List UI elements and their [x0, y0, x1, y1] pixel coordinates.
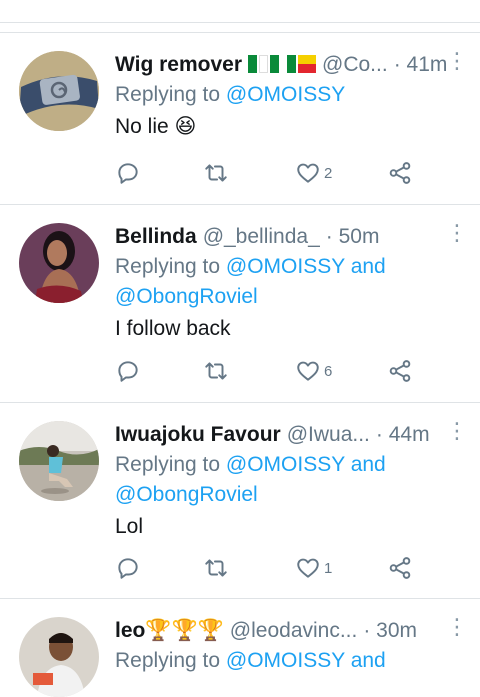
more-vertical-icon[interactable]: ⋮	[446, 50, 468, 80]
man-avatar-icon	[19, 617, 99, 697]
tweet-actions: 2	[115, 159, 415, 187]
like-button[interactable]: 2	[295, 159, 332, 187]
outdoor-avatar-icon	[19, 421, 99, 501]
reply-icon	[118, 558, 138, 579]
reply-icon	[118, 361, 138, 382]
divider	[0, 23, 480, 33]
share-button[interactable]	[387, 357, 413, 385]
tweet[interactable]: Bellinda @_bellinda_ · 50m ⋮ Replying to…	[0, 205, 480, 403]
like-count: 2	[324, 164, 333, 182]
more-vertical-icon[interactable]: ⋮	[446, 222, 468, 252]
heart-icon	[297, 163, 319, 183]
tweet[interactable]: Iwuajoku Favour @Iwua... · 44m ⋮ Replyin…	[0, 403, 480, 599]
avatar[interactable]	[19, 617, 99, 697]
like-button[interactable]: 6	[295, 357, 332, 385]
more-vertical-icon[interactable]: ⋮	[446, 420, 468, 450]
share-icon	[389, 360, 411, 382]
tweet-actions: 6	[115, 357, 415, 385]
retweet-icon	[205, 559, 227, 577]
share-icon	[389, 162, 411, 184]
replying-prefix: Replying to	[115, 255, 226, 278]
replying-to: Replying to @OMOISSY and @ObongRoviel	[115, 252, 460, 312]
like-count: 6	[324, 362, 333, 380]
display-name[interactable]: leo🏆🏆🏆	[115, 616, 224, 646]
mention-link[interactable]: @OMOISSY and	[226, 453, 386, 476]
retweet-button[interactable]	[203, 357, 229, 385]
tweet-text: I follow back	[115, 317, 231, 340]
reply-button[interactable]	[115, 159, 141, 187]
tweet-text: No lie 😆	[115, 115, 197, 138]
previous-tweet-edge	[0, 0, 480, 23]
display-name[interactable]: Wig remover	[115, 50, 242, 80]
more-vertical-icon[interactable]: ⋮	[446, 616, 468, 646]
mention-link[interactable]: @OMOISSY	[226, 83, 345, 106]
share-icon	[389, 557, 411, 579]
replying-prefix: Replying to	[115, 83, 226, 106]
timestamp: · 50m	[325, 225, 380, 248]
timestamp: · 41m	[393, 53, 448, 76]
replying-to: Replying to @OMOISSY and @ObongRoviel	[115, 450, 460, 510]
display-name[interactable]: Bellinda	[115, 222, 197, 252]
avatar[interactable]	[19, 51, 99, 131]
heart-icon	[297, 361, 319, 381]
timestamp: · 30m	[363, 619, 418, 642]
reply-icon	[118, 163, 138, 184]
avatar[interactable]	[19, 421, 99, 501]
share-button[interactable]	[387, 554, 413, 582]
headband-avatar-icon	[19, 51, 99, 131]
heart-icon	[297, 558, 319, 578]
tweet[interactable]: Wig remover @Co... · 41m ⋮ Replying to @…	[0, 33, 480, 205]
user-handle[interactable]: @Iwua...	[287, 420, 370, 450]
flag-emojis	[248, 55, 317, 73]
replying-to: Replying to @OMOISSY	[115, 80, 460, 110]
mention-link[interactable]: @ObongRoviel	[115, 483, 258, 506]
replying-prefix: Replying to	[115, 649, 226, 672]
reply-button[interactable]	[115, 357, 141, 385]
retweet-icon	[205, 362, 227, 380]
replying-prefix: Replying to	[115, 453, 226, 476]
tweet-actions: 1	[115, 554, 415, 582]
user-handle[interactable]: @leodavinc...	[230, 616, 358, 646]
retweet-icon	[205, 164, 227, 182]
mention-link[interactable]: @ObongRoviel	[115, 285, 258, 308]
reply-button[interactable]	[115, 554, 141, 582]
avatar[interactable]	[19, 223, 99, 303]
share-button[interactable]	[387, 159, 413, 187]
tweet[interactable]: leo🏆🏆🏆 @leodavinc... · 30m ⋮ Replying to…	[0, 599, 480, 697]
replying-to: Replying to @OMOISSY and	[115, 646, 460, 676]
like-count: 1	[324, 559, 333, 577]
user-handle[interactable]: @_bellinda_	[203, 222, 320, 252]
tweet-text: Lol	[115, 515, 144, 538]
woman-avatar-icon	[19, 223, 99, 303]
mention-link[interactable]: @OMOISSY and	[226, 255, 386, 278]
timestamp: · 44m	[375, 423, 430, 446]
display-name[interactable]: Iwuajoku Favour	[115, 420, 281, 450]
user-handle[interactable]: @Co...	[322, 50, 388, 80]
like-button[interactable]: 1	[295, 554, 332, 582]
retweet-button[interactable]	[203, 159, 229, 187]
mention-link[interactable]: @OMOISSY and	[226, 649, 386, 672]
retweet-button[interactable]	[203, 554, 229, 582]
